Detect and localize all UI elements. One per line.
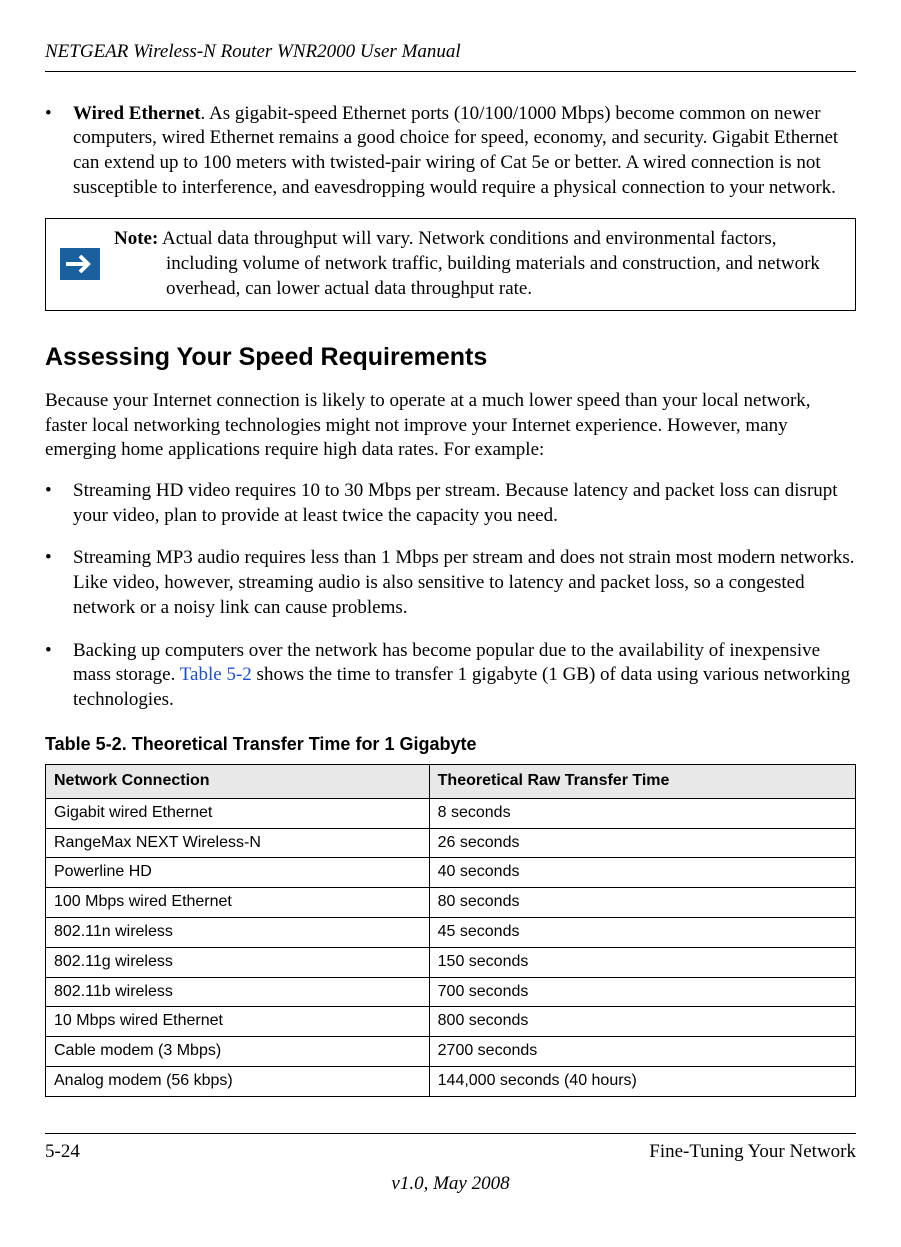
bullet-marker: • — [45, 546, 73, 620]
table-row: 802.11b wireless700 seconds — [46, 977, 856, 1007]
intro-paragraph: Because your Internet connection is like… — [45, 389, 856, 463]
table-row: Analog modem (56 kbps)144,000 seconds (4… — [46, 1066, 856, 1096]
list-item-text: Streaming HD video requires 10 to 30 Mbp… — [73, 479, 856, 528]
bullet-marker: • — [45, 639, 73, 713]
table-cell: 26 seconds — [429, 828, 855, 858]
table-cell: 2700 seconds — [429, 1037, 855, 1067]
note-label: Note: — [114, 228, 158, 249]
table-cell: 40 seconds — [429, 858, 855, 888]
table-link[interactable]: Table 5-2 — [180, 664, 252, 685]
table-cell: Cable modem (3 Mbps) — [46, 1037, 430, 1067]
wired-ethernet-content: Wired Ethernet. As gigabit-speed Etherne… — [73, 102, 856, 201]
table-cell: 144,000 seconds (40 hours) — [429, 1066, 855, 1096]
bullet-marker: • — [45, 102, 73, 201]
table-cell: 802.11n wireless — [46, 917, 430, 947]
version-info: v1.0, May 2008 — [45, 1172, 856, 1197]
note-icon-cell — [46, 219, 114, 309]
arrow-icon — [60, 248, 100, 280]
table-cell: 80 seconds — [429, 888, 855, 918]
wired-ethernet-item: • Wired Ethernet. As gigabit-speed Ether… — [45, 102, 856, 201]
list-item-content: Backing up computers over the network ha… — [73, 639, 856, 713]
page-header: NETGEAR Wireless-N Router WNR2000 User M… — [45, 40, 856, 72]
table-cell: 700 seconds — [429, 977, 855, 1007]
page-footer: 5-24 Fine-Tuning Your Network — [45, 1133, 856, 1165]
table-cell: Powerline HD — [46, 858, 430, 888]
list-item: • Streaming HD video requires 10 to 30 M… — [45, 479, 856, 528]
table-header: Network Connection — [46, 764, 430, 798]
table-cell: 10 Mbps wired Ethernet — [46, 1007, 430, 1037]
list-item: • Backing up computers over the network … — [45, 639, 856, 713]
table-row: 802.11n wireless45 seconds — [46, 917, 856, 947]
manual-title: NETGEAR Wireless-N Router WNR2000 User M… — [45, 41, 461, 62]
table-cell: 8 seconds — [429, 798, 855, 828]
table-cell: 800 seconds — [429, 1007, 855, 1037]
table-row: Cable modem (3 Mbps)2700 seconds — [46, 1037, 856, 1067]
table-row: Gigabit wired Ethernet8 seconds — [46, 798, 856, 828]
list-item-text: Streaming MP3 audio requires less than 1… — [73, 546, 856, 620]
table-row: 10 Mbps wired Ethernet800 seconds — [46, 1007, 856, 1037]
table-cell: Analog modem (56 kbps) — [46, 1066, 430, 1096]
note-box: Note: Actual data throughput will vary. … — [45, 218, 856, 310]
page-number: 5-24 — [45, 1140, 80, 1165]
section-heading: Assessing Your Speed Requirements — [45, 341, 856, 374]
table-header-row: Network Connection Theoretical Raw Trans… — [46, 764, 856, 798]
table-row: RangeMax NEXT Wireless-N26 seconds — [46, 828, 856, 858]
table-cell: 150 seconds — [429, 947, 855, 977]
table-cell: RangeMax NEXT Wireless-N — [46, 828, 430, 858]
table-cell: 45 seconds — [429, 917, 855, 947]
table-cell: 100 Mbps wired Ethernet — [46, 888, 430, 918]
table-cell: 802.11b wireless — [46, 977, 430, 1007]
wired-ethernet-label: Wired Ethernet — [73, 103, 201, 124]
table-header: Theoretical Raw Transfer Time — [429, 764, 855, 798]
table-cell: 802.11g wireless — [46, 947, 430, 977]
table-row: 802.11g wireless150 seconds — [46, 947, 856, 977]
transfer-time-table: Network Connection Theoretical Raw Trans… — [45, 764, 856, 1097]
table-row: 100 Mbps wired Ethernet80 seconds — [46, 888, 856, 918]
list-item: • Streaming MP3 audio requires less than… — [45, 546, 856, 620]
table-row: Powerline HD40 seconds — [46, 858, 856, 888]
note-text: Actual data throughput will vary. Networ… — [158, 228, 820, 298]
bullet-marker: • — [45, 479, 73, 528]
table-caption: Table 5-2. Theoretical Transfer Time for… — [45, 733, 856, 756]
chapter-title: Fine-Tuning Your Network — [649, 1140, 856, 1165]
table-cell: Gigabit wired Ethernet — [46, 798, 430, 828]
note-text-cell: Note: Actual data throughput will vary. … — [114, 219, 855, 309]
